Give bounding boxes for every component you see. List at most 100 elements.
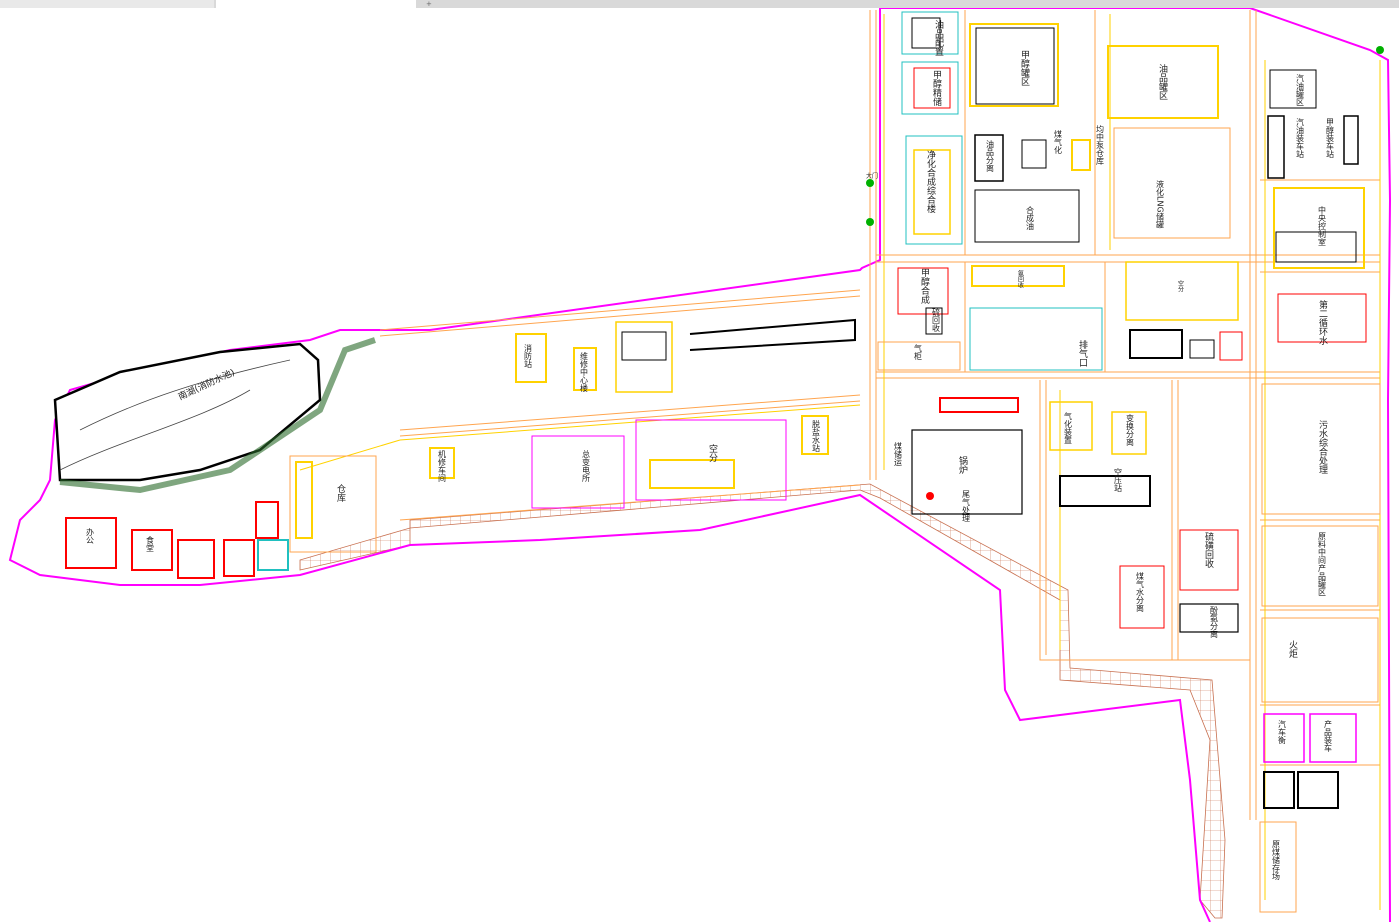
svg-text:火炬: 火炬 — [1287, 640, 1298, 659]
svg-text:排气口: 排气口 — [1077, 339, 1088, 367]
svg-text:维修中心楼: 维修中心楼 — [580, 351, 589, 393]
building-separate: 酚氨分离 — [1179, 603, 1239, 639]
building-center: 中央控制室 — [1273, 187, 1365, 269]
building-gas-line: 气柜 — [877, 341, 961, 371]
building-coal-water: 煤气化 — [1021, 129, 1063, 169]
building-hydrogen: 净化合成综合楼 — [905, 135, 963, 245]
svg-text:油品分离: 油品分离 — [986, 139, 995, 173]
svg-text:净化合成综合楼: 净化合成综合楼 — [925, 149, 936, 214]
svg-text:均中泵仓库: 均中泵仓库 — [1096, 124, 1105, 166]
building-small-ne — [615, 321, 673, 393]
svg-text:尾气处理: 尾气处理 — [962, 490, 971, 522]
svg-text:仓库: 仓库 — [335, 483, 346, 503]
svg-text:消防站: 消防站 — [524, 343, 533, 369]
svg-text:脱盐水站: 脱盐水站 — [812, 419, 821, 453]
building-power: 总变电所 — [531, 435, 625, 509]
building-sulfur: 硫磺回收 — [1179, 529, 1239, 591]
svg-text:总变电所: 总变电所 — [582, 449, 591, 483]
building-pump-house: 均中泵仓库 — [1071, 124, 1105, 171]
building-fire-station: 消防站 — [515, 333, 547, 383]
building-lng-tank: 液化LNG储罐 — [1113, 127, 1231, 239]
building-block-black — [1129, 329, 1243, 361]
svg-text:原煤储存场: 原煤储存场 — [1272, 840, 1281, 881]
svg-text:空分: 空分 — [707, 443, 718, 463]
building-office: 办公 — [65, 517, 117, 569]
building-gas-station: 甲醇装车站 — [1326, 115, 1359, 165]
svg-text:汽车衡: 汽车衡 — [1278, 719, 1287, 745]
svg-text:甲醇装车站: 甲醇装车站 — [1326, 118, 1335, 159]
svg-text:汽油罐区: 汽油罐区 — [1296, 73, 1305, 106]
building-air-comp: 空压站 — [1059, 467, 1151, 507]
svg-text:空分: 空分 — [1177, 279, 1184, 293]
building-workshop: 机修车间 — [429, 447, 455, 483]
building-torch: 火炬 — [1261, 617, 1379, 703]
building-coal-yard: 煤储运 — [894, 441, 903, 467]
building-loading-station: 汽油装车站 — [1267, 115, 1305, 179]
building-gas-proc: 气化装置 — [1049, 401, 1093, 451]
building-central-yard: 空分 — [635, 419, 787, 501]
building-exhaust: 排气口 — [969, 307, 1103, 371]
building-raw-tank: 原料中间产品罐区 — [1261, 525, 1379, 607]
svg-text:氨回收: 氨回收 — [1017, 269, 1024, 289]
building-oil-sep: 油品配置 — [901, 11, 959, 56]
building-water-circ: 第二循环水 — [1277, 293, 1367, 345]
svg-text:煤储运: 煤储运 — [894, 441, 903, 467]
document-tab-2[interactable] — [216, 0, 416, 8]
building-canteen: 食堂 — [131, 529, 173, 571]
site-plan-drawing: 南湖(消防水池) 油品配置 甲醇罐区 油品罐区 汽油罐区 甲醇精储 油品分离 煤… — [8, 8, 1392, 922]
building-product-loading: 产品装车 — [1309, 713, 1357, 763]
svg-text:第二循环水: 第二循环水 — [1317, 299, 1328, 345]
building-synthesis: 合成油 — [974, 189, 1080, 243]
svg-text:甲醇罐区: 甲醇罐区 — [1019, 50, 1030, 86]
svg-text:油品配置: 油品配置 — [933, 19, 944, 56]
svg-text:大门: 大门 — [866, 172, 878, 180]
building-oil-separation: 油品分离 — [974, 134, 1004, 182]
svg-text:中央控制室: 中央控制室 — [1318, 205, 1327, 246]
building-warehouse: 仓库 — [289, 455, 377, 553]
building-air-sep: 空分 — [1125, 261, 1239, 321]
building-dorm — [177, 501, 289, 579]
building-tail-gas: 尾气处理 — [962, 490, 971, 522]
building-methanol-tank: 甲醇罐区 — [969, 23, 1059, 107]
reservoir-lake: 南湖(消防水池) — [53, 337, 376, 494]
new-tab-button[interactable]: + — [424, 0, 436, 8]
building-crude-sep: 变换分离 — [1111, 411, 1147, 455]
document-tab-bar: + — [0, 0, 1399, 8]
svg-text:气化装置: 气化装置 — [1064, 411, 1073, 444]
svg-text:甲醇精储: 甲醇精储 — [931, 70, 942, 107]
svg-text:产品装车: 产品装车 — [1324, 719, 1333, 753]
document-tab-1[interactable] — [0, 0, 214, 8]
building-yard-black — [689, 318, 856, 351]
svg-text:煤气化: 煤气化 — [1054, 129, 1063, 155]
svg-text:原料中间产品罐区: 原料中间产品罐区 — [1318, 532, 1327, 596]
building-methanol-storage: 甲醇精储 — [901, 61, 959, 115]
svg-text:合成油: 合成油 — [1026, 205, 1035, 231]
building-deoxidizer: 氨回收 — [971, 265, 1065, 289]
svg-text:食堂: 食堂 — [146, 535, 155, 552]
building-ammonia: 硫回收 — [925, 307, 943, 335]
building-maintenance: 维修中心楼 — [573, 347, 597, 393]
svg-text:气柜: 气柜 — [914, 343, 923, 361]
svg-text:锅炉: 锅炉 — [957, 456, 968, 475]
svg-text:机修车间: 机修车间 — [438, 449, 447, 483]
svg-text:甲醇合成: 甲醇合成 — [919, 268, 930, 305]
svg-text:液化LNG储罐: 液化LNG储罐 — [1156, 179, 1165, 230]
building-oil-tank: 油品罐区 — [1107, 45, 1219, 119]
building-gasoline-loading: 汽油罐区 — [1269, 69, 1317, 109]
building-gasify: 煤气水分离 — [1119, 565, 1165, 629]
svg-text:硫回收: 硫回收 — [932, 307, 941, 333]
svg-text:汽油装车站: 汽油装车站 — [1296, 117, 1305, 159]
svg-text:油品罐区: 油品罐区 — [1157, 63, 1168, 100]
pipe-corridor-hatch — [299, 483, 1226, 919]
svg-text:办公: 办公 — [86, 527, 95, 544]
building-desalt: 脱盐水站 — [801, 415, 829, 455]
svg-text:煤气水分离: 煤气水分离 — [1136, 571, 1145, 613]
svg-text:变换分离: 变换分离 — [1126, 413, 1135, 447]
svg-text:空压站: 空压站 — [1114, 467, 1123, 493]
svg-text:硫磺回收: 硫磺回收 — [1203, 531, 1214, 569]
svg-text:酚氨分离: 酚氨分离 — [1210, 606, 1219, 639]
building-auto-station: 汽车衡 — [1263, 713, 1305, 763]
building-methanol-synth: 甲醇合成 — [897, 267, 949, 315]
building-dispatch — [1263, 771, 1339, 809]
svg-text:污水综合处理: 污水综合处理 — [1317, 419, 1328, 474]
